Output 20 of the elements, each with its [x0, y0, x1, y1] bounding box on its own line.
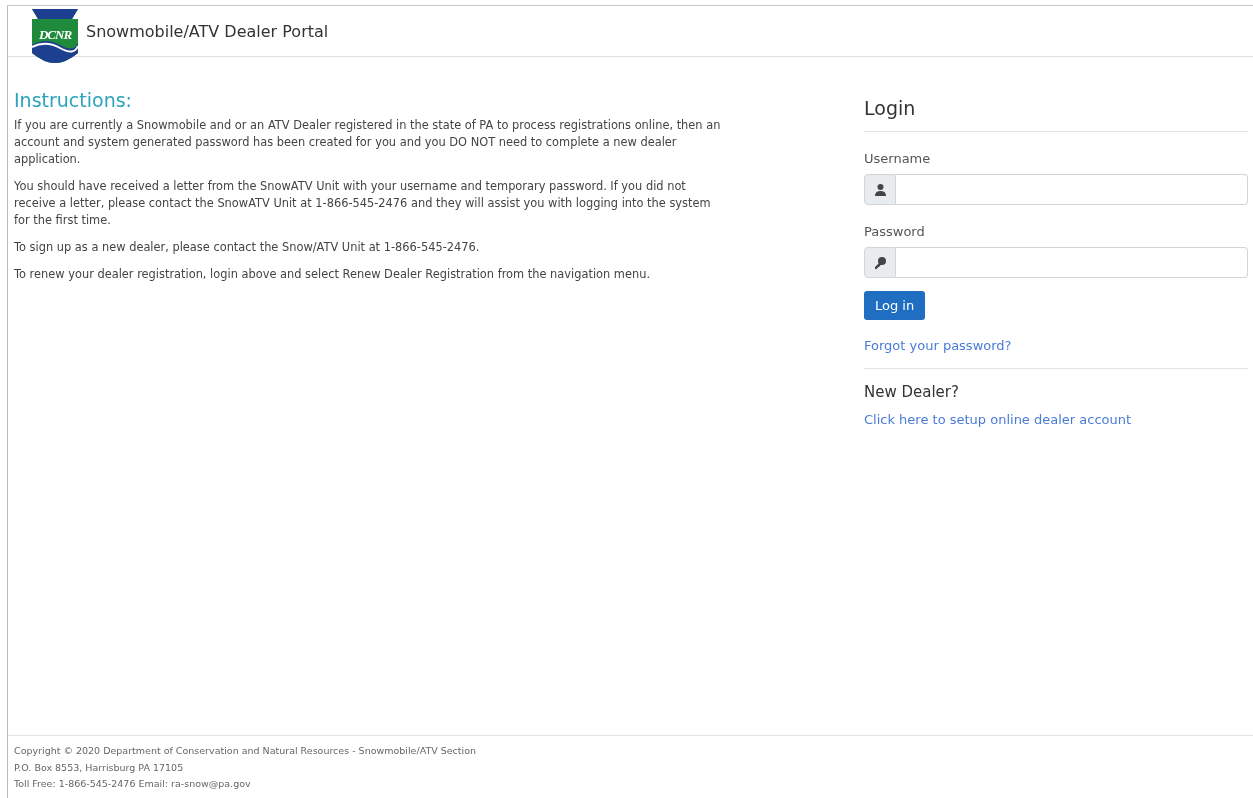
- login-heading: Login: [864, 97, 917, 119]
- portal-title: Snowmobile/ATV Dealer Portal: [86, 21, 329, 41]
- footer-text: Copyright © 2020 Department of Conservation and Natural Resources - Snowmobile/ATV Section: [14, 744, 478, 758]
- forgot-password-link[interactable]: Forgot your password?: [864, 338, 1012, 353]
- field-label: Password: [864, 224, 926, 239]
- user-icon: [874, 183, 886, 196]
- field-label: Username: [864, 151, 932, 166]
- password-field[interactable]: [896, 247, 1248, 278]
- setup-account-link[interactable]: Click here to setup online dealer account: [864, 412, 1132, 427]
- username-field[interactable]: [896, 174, 1248, 205]
- instruction-paragraph: If you are currently a Snowmobile and or an ATV Dealer registered in the state of PA to process registrations online, then an account and system generated password has been created for you and you DO NOT need to complete a new dealer application.: [14, 117, 722, 168]
- instructions-heading: Instructions:: [14, 89, 133, 111]
- new-dealer-heading: New Dealer?: [864, 383, 960, 401]
- instruction-paragraph: To sign up as a new dealer, please contact the Snow/ATV Unit at 1-866-545-2476.: [14, 239, 481, 256]
- instruction-paragraph: To renew your dealer registration, login above and select Renew Dealer Registration from the navigation menu.: [14, 266, 651, 283]
- login-button[interactable]: Log in: [864, 291, 926, 320]
- key-icon: [874, 256, 886, 269]
- instruction-paragraph: You should have received a letter from the SnowATV Unit with your username and temporary password. If you did not receive a letter, please contact the SnowATV Unit at 1-866-545-2476 and they will assist you with logging into the system for the first time.: [14, 178, 712, 229]
- footer-text: Toll Free: 1-866-545-2476 Email: ra-snow@pa.gov: [14, 777, 252, 791]
- footer-text: P.O. Box 8553, Harrisburg PA 17105: [14, 760, 185, 775]
